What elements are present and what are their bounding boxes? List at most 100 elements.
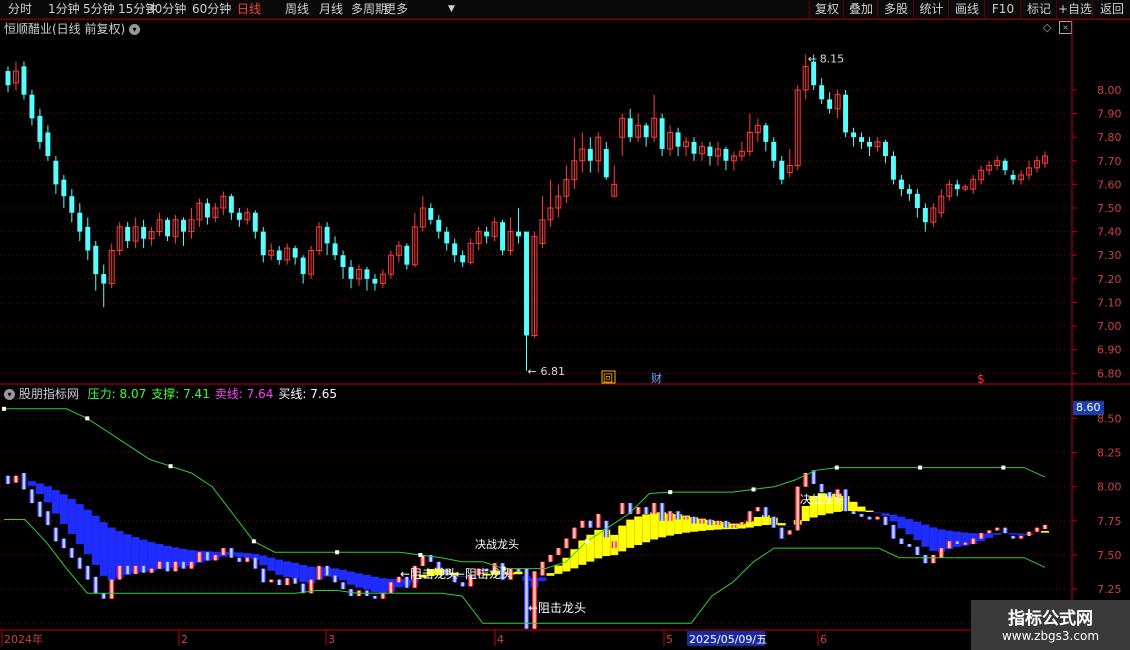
annotation-4: 决战龙头 — [800, 493, 844, 506]
candle-body — [204, 203, 210, 218]
candle-body — [890, 156, 896, 180]
ind-candle-stripe — [134, 565, 137, 575]
ind-candle-stripe — [238, 557, 241, 562]
ind-candle-stripe — [740, 522, 744, 525]
ind-candle-stripe — [54, 527, 58, 542]
ind-candle-stripe — [748, 511, 752, 523]
annotation-0: ←阻击龙头 — [400, 567, 458, 581]
dollar-marker: $ — [977, 372, 985, 386]
ind-candle-stripe — [684, 516, 688, 520]
annotation-3: 决战龙头 — [475, 538, 519, 551]
ind-candle-stripe — [166, 561, 169, 572]
finance-marker: 财 — [651, 371, 662, 385]
candle-body — [843, 94, 849, 133]
ind-candle-stripe — [94, 576, 97, 594]
x-label-6: 6 — [820, 633, 827, 646]
ind-candle-stripe — [613, 541, 616, 549]
candle-body — [867, 141, 872, 147]
candle-body — [181, 219, 186, 232]
ind-candle-stripe — [932, 554, 935, 564]
candle-body — [165, 219, 171, 237]
candle-body — [484, 231, 490, 237]
y-tick-label: 7.10 — [1097, 296, 1122, 309]
y-tick-label: 7.50 — [1097, 202, 1122, 215]
candle-body — [404, 245, 410, 265]
ind-candle-stripe — [884, 516, 887, 525]
ind-y-tick-label: 8.50 — [1097, 412, 1122, 425]
high-label: 8.15 — [820, 53, 845, 66]
pressure-dot — [834, 465, 839, 470]
ind-y-tick-label: 8.25 — [1097, 447, 1122, 460]
ind-candle-stripe — [589, 520, 592, 528]
y-tick-label: 6.90 — [1097, 344, 1122, 357]
ind-candle-stripe — [565, 538, 568, 549]
ind-candle-stripe — [812, 470, 815, 484]
y-tick-label: 7.60 — [1097, 178, 1122, 191]
candle-body — [340, 255, 346, 268]
candle-body — [324, 226, 330, 244]
ind-candle-stripe — [708, 519, 712, 525]
candle-body — [779, 160, 785, 180]
ind-candle-stripe — [1019, 535, 1023, 539]
annotation-2: ←阻击龙头 — [528, 601, 586, 615]
candle-body — [364, 269, 370, 279]
restore-marker: 回 — [603, 373, 613, 385]
ind-candle-stripe — [971, 538, 975, 545]
candle-body — [1002, 160, 1008, 171]
candle-body — [276, 250, 282, 260]
candle-body — [859, 137, 865, 142]
candle-body — [332, 243, 338, 256]
candle-body — [125, 226, 131, 242]
y-tick-label: 8.00 — [1097, 84, 1122, 97]
ind-candle-stripe — [956, 541, 959, 545]
ind-candle-stripe — [844, 489, 847, 512]
ind-candle-stripe — [692, 516, 696, 524]
ind-candle-stripe — [317, 565, 321, 580]
ind-candle-stripe — [190, 561, 193, 569]
candle-body — [292, 248, 298, 258]
x-label-4: 5 — [666, 633, 673, 646]
ind-candle-stripe — [900, 538, 903, 545]
candle-body — [723, 148, 729, 161]
ind-candle-stripe — [772, 516, 776, 528]
ind-candle-stripe — [285, 578, 289, 586]
candle-body — [954, 184, 960, 190]
ind-candle-stripe — [333, 575, 337, 583]
ind-candle-stripe — [995, 527, 999, 531]
candle-body — [675, 132, 681, 147]
candle-body — [29, 94, 35, 119]
candle-body — [45, 132, 51, 157]
x-label-5: 2025/05/09/五 — [689, 633, 767, 646]
watermark-url: www.zbgs3.com — [1001, 629, 1100, 643]
candle-body — [252, 212, 258, 232]
ind-candle-stripe — [620, 503, 624, 514]
pressure-dot — [168, 464, 173, 469]
ind-candle-stripe — [389, 582, 393, 594]
ind-candle-stripe — [277, 579, 281, 586]
candle-body — [771, 141, 777, 161]
candle-body — [69, 196, 75, 213]
ind-candle-stripe — [644, 507, 648, 514]
ind-candle-stripe — [852, 511, 855, 514]
candle-body — [141, 226, 147, 239]
candle-body — [587, 148, 593, 161]
candle-body — [691, 141, 697, 154]
candle-body — [372, 278, 378, 284]
ind-candle-stripe — [788, 530, 791, 535]
candle-body — [93, 245, 99, 275]
candle-body — [85, 226, 91, 251]
ind-candle-stripe — [581, 520, 584, 528]
y-tick-label: 7.70 — [1097, 155, 1122, 168]
candle-body — [236, 212, 242, 220]
ind-candle-stripe — [22, 473, 26, 490]
ind-candle-stripe — [908, 544, 911, 547]
kline-chart[interactable]: 8.00 7.90 7.80 7.70 7.60 7.50 7.40 7.30 7.20 7.10… — [0, 0, 1130, 650]
y-tick-label: 7.20 — [1097, 273, 1122, 286]
ind-candle-stripe — [916, 546, 919, 555]
ind-candle-stripe — [254, 557, 257, 569]
candle-body — [228, 196, 234, 213]
watermark: 指标公式网 www.zbgs3.com — [971, 600, 1130, 650]
ind-candle-stripe — [341, 582, 345, 590]
ind-candle-stripe — [262, 568, 265, 583]
candle-body — [460, 255, 466, 263]
